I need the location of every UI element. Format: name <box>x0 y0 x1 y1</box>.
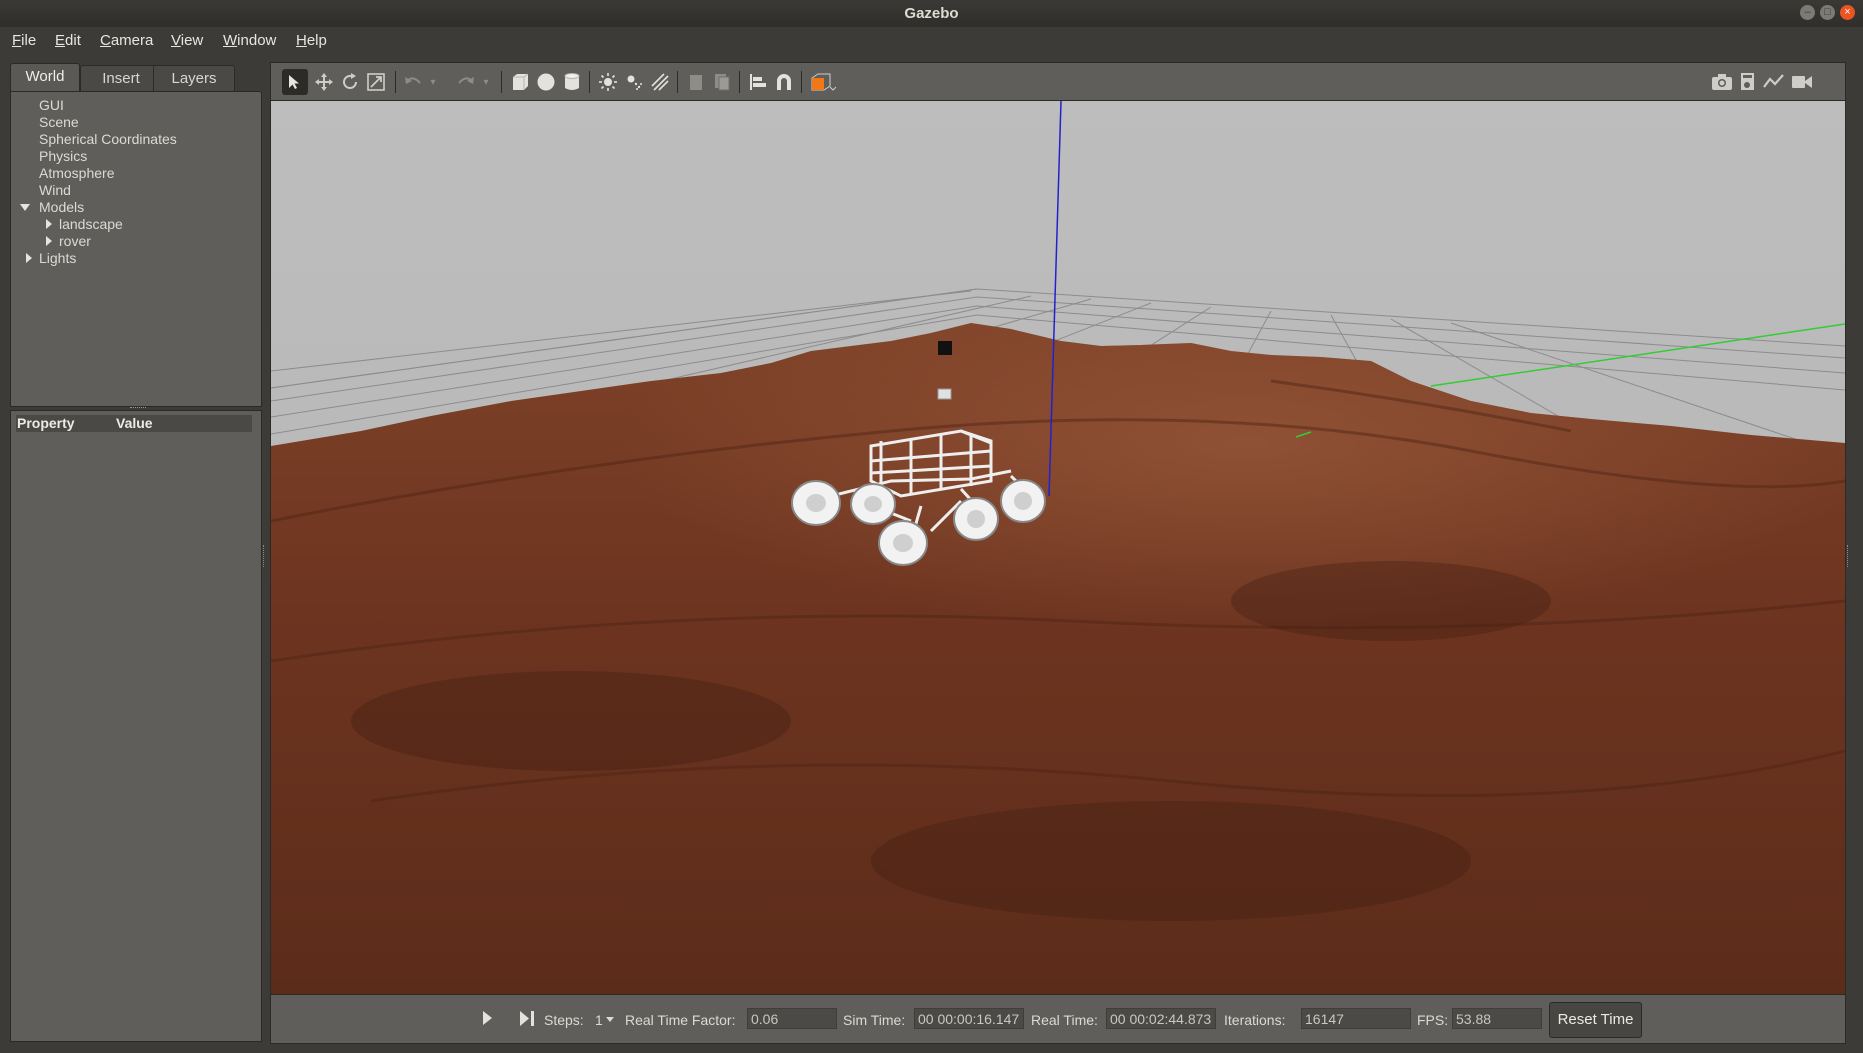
toolbar-separator <box>677 71 678 93</box>
tree-item-physics[interactable]: Physics <box>39 148 87 164</box>
select-icon[interactable] <box>282 69 308 95</box>
collapsed-arrow-icon[interactable] <box>26 253 32 263</box>
tab-insert[interactable]: Insert <box>80 65 162 92</box>
real-time-label: Real Time: <box>1031 1012 1098 1028</box>
box-icon[interactable] <box>507 69 533 95</box>
iterations-value: 16147 <box>1301 1008 1411 1029</box>
scale-icon[interactable] <box>363 69 389 95</box>
tree-item-models[interactable]: Models <box>39 199 84 215</box>
right-panel-resize-handle[interactable] <box>1847 545 1851 567</box>
menu-bar: File Edit Camera View Window Help <box>0 27 1863 55</box>
maximize-icon[interactable]: □ <box>1820 5 1835 20</box>
steps-spinbox[interactable]: 1 <box>595 1012 603 1028</box>
undo-history-icon[interactable]: ▾ <box>426 69 440 95</box>
rover-wheel <box>878 520 928 566</box>
tab-layers[interactable]: Layers <box>153 65 235 92</box>
toolbar-separator <box>501 71 502 93</box>
toolbar-separator <box>395 71 396 93</box>
toolbar: ▾ ▾ <box>270 62 1846 101</box>
undo-icon[interactable] <box>400 69 426 95</box>
spot-light-icon[interactable] <box>621 69 647 95</box>
tree-item-spherical-coordinates[interactable]: Spherical Coordinates <box>39 131 177 147</box>
snap-icon[interactable] <box>771 69 797 95</box>
property-panel: Property Value <box>10 410 262 1042</box>
menu-view[interactable]: View <box>171 32 203 49</box>
tree-item-gui[interactable]: GUI <box>39 97 64 113</box>
menu-camera[interactable]: Camera <box>100 32 153 49</box>
expand-arrow-icon[interactable] <box>20 204 30 211</box>
toolbar-separator <box>801 71 802 93</box>
tree-item-scene[interactable]: Scene <box>39 114 79 130</box>
fps-label: FPS: <box>1417 1012 1449 1028</box>
record-video-icon[interactable] <box>1789 69 1815 95</box>
point-light-icon[interactable] <box>595 69 621 95</box>
status-bar: Steps: 1 Real Time Factor: 0.06 Sim Time… <box>270 994 1846 1044</box>
menu-help[interactable]: Help <box>296 32 327 49</box>
minimize-icon[interactable]: – <box>1800 5 1815 20</box>
tree-item-wind[interactable]: Wind <box>39 182 71 198</box>
menu-edit[interactable]: Edit <box>55 32 81 49</box>
directional-light-icon[interactable] <box>647 69 673 95</box>
fps-value: 53.88 <box>1452 1008 1542 1029</box>
copy-icon[interactable] <box>683 69 709 95</box>
screenshot-icon[interactable] <box>1709 69 1735 95</box>
tree-item-landscape[interactable]: landscape <box>59 216 123 232</box>
real-time-value: 00 00:02:44.873 <box>1106 1008 1216 1029</box>
reset-time-button[interactable]: Reset Time <box>1549 1002 1642 1038</box>
window-title: Gazebo <box>904 5 959 22</box>
toolbar-separator <box>739 71 740 93</box>
left-panel-resize-handle[interactable] <box>263 545 267 567</box>
left-panel: World Insert Layers GUI Scene Spherical … <box>10 62 262 1044</box>
cylinder-icon[interactable] <box>559 69 585 95</box>
steps-dropdown-icon[interactable] <box>606 1017 614 1022</box>
play-icon[interactable] <box>483 1011 492 1025</box>
scene-render <box>271 101 1845 994</box>
collapsed-arrow-icon[interactable] <box>46 219 52 229</box>
paste-icon[interactable] <box>709 69 735 95</box>
rover-wheel <box>791 480 841 526</box>
title-bar: Gazebo – □ × <box>0 0 1863 27</box>
property-header: Property Value <box>16 415 252 432</box>
sim-time-value: 00 00:00:16.147 <box>914 1008 1024 1029</box>
tree-item-lights[interactable]: Lights <box>39 250 76 266</box>
tab-world[interactable]: World <box>10 63 80 92</box>
value-column-header: Value <box>116 415 153 431</box>
real-time-factor-value: 0.06 <box>747 1008 837 1029</box>
black-box-model[interactable] <box>938 341 952 355</box>
align-icon[interactable] <box>745 69 771 95</box>
plot-icon[interactable] <box>1761 69 1787 95</box>
rotate-icon[interactable] <box>337 69 363 95</box>
toolbar-separator <box>589 71 590 93</box>
log-icon[interactable] <box>1735 69 1761 95</box>
collapsed-arrow-icon[interactable] <box>46 236 52 246</box>
redo-history-icon[interactable]: ▾ <box>479 69 493 95</box>
menu-window[interactable]: Window <box>223 32 276 49</box>
translate-icon[interactable] <box>311 69 337 95</box>
rover-wheel <box>953 497 999 541</box>
property-column-header: Property <box>17 415 75 431</box>
3d-viewport[interactable] <box>270 100 1846 995</box>
menu-file[interactable]: File <box>12 32 36 49</box>
white-box-model[interactable] <box>937 388 952 400</box>
sim-time-label: Sim Time: <box>843 1012 906 1028</box>
steps-label: Steps: <box>544 1012 584 1028</box>
view-angle-icon[interactable] <box>807 69 839 95</box>
rover-wheel <box>1000 479 1046 523</box>
tree-item-atmosphere[interactable]: Atmosphere <box>39 165 114 181</box>
tree-item-rover[interactable]: rover <box>59 233 91 249</box>
sphere-icon[interactable] <box>533 69 559 95</box>
redo-icon[interactable] <box>453 69 479 95</box>
iterations-label: Iterations: <box>1224 1012 1286 1028</box>
real-time-factor-label: Real Time Factor: <box>625 1012 736 1028</box>
rover-wheel <box>850 483 896 525</box>
close-icon[interactable]: × <box>1840 5 1855 20</box>
step-icon[interactable] <box>519 1011 535 1031</box>
world-tree: GUI Scene Spherical Coordinates Physics … <box>10 91 262 407</box>
